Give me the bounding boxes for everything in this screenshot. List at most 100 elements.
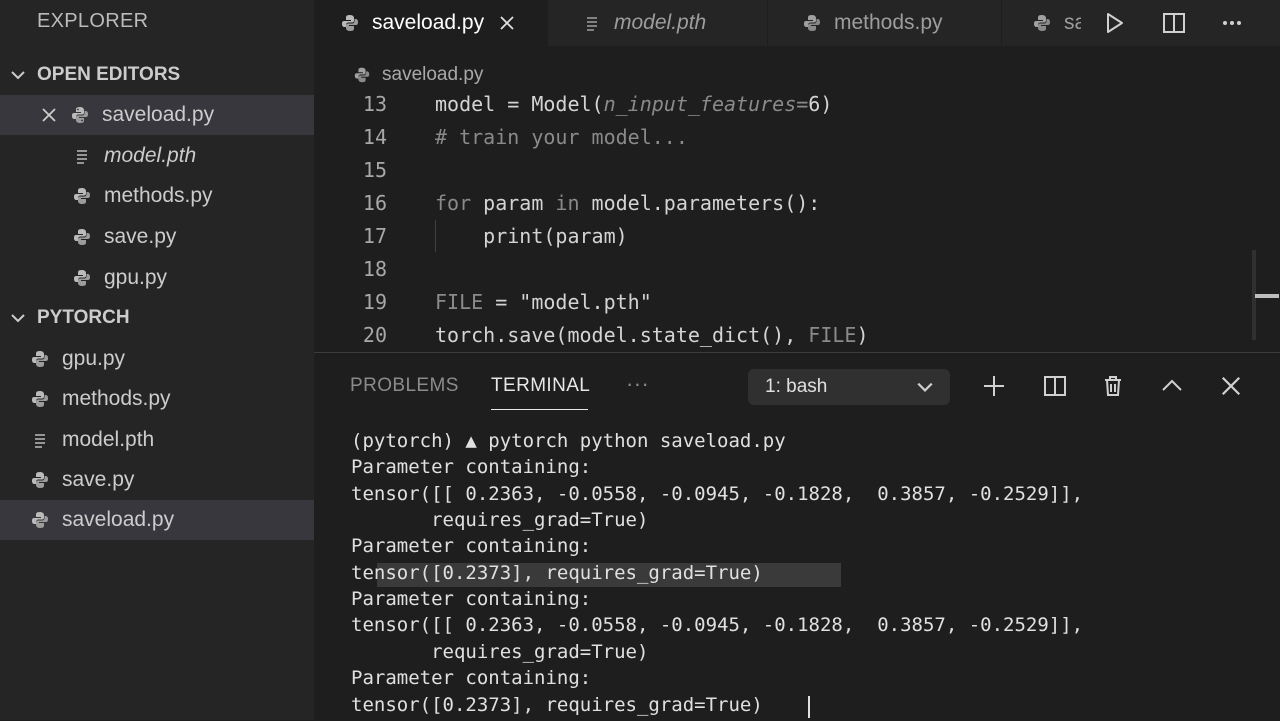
open-editor-label: saveload.py [102, 103, 215, 126]
file-item[interactable]: gpu.py [0, 339, 314, 379]
code-text: print(param) [435, 223, 628, 248]
code-line: 15 [314, 153, 1254, 186]
file-label: gpu.py [62, 347, 126, 370]
code-editor[interactable]: 13 model = Model(n_input_features= 6) 14 … [314, 90, 1280, 352]
close-icon[interactable] [1213, 368, 1249, 404]
terminal-line: requires_grad=True) [351, 509, 649, 531]
open-editor-label: save.py [104, 225, 177, 248]
open-editor-item[interactable]: model.pth [0, 136, 314, 176]
line-number: 19 [362, 289, 387, 314]
file-item[interactable]: methods.py [0, 379, 314, 419]
plain-file-icon [30, 430, 50, 450]
open-editors-label: OPEN EDITORS [37, 64, 181, 85]
split-editor-icon[interactable] [1154, 3, 1194, 43]
code-line: 17 print(param) [314, 219, 1254, 252]
line-number: 17 [362, 223, 387, 248]
code-text: = "model.pth" [483, 289, 652, 314]
python-file-icon [30, 349, 50, 369]
open-editor-label: methods.py [104, 184, 213, 207]
python-file-icon [352, 65, 372, 85]
run-icon[interactable] [1094, 3, 1134, 43]
pytorch-folder-label: PYTORCH [37, 307, 130, 328]
open-editor-item[interactable]: save.py [0, 217, 314, 257]
close-icon[interactable] [498, 14, 516, 32]
tab-overflow[interactable]: sa [1001, 0, 1081, 46]
code-line: 18 [314, 252, 1254, 285]
file-label: methods.py [62, 387, 171, 410]
terminal-line: tensor([[ 0.2363, -0.0558, -0.0945, -0.1… [351, 614, 1084, 636]
more-icon[interactable]: ··· [626, 371, 649, 397]
tab-label: methods.py [834, 11, 943, 34]
editor-tab-bar: saveload.py model.pth methods.py sa [314, 0, 1280, 46]
code-text: model.parameters(): [579, 190, 821, 215]
open-editor-label: gpu.py [104, 266, 168, 289]
file-label: saveload.py [62, 508, 175, 531]
code-text: torch.save(model.state_dict(), [435, 322, 809, 347]
editor-actions [1094, 0, 1252, 46]
tab-model-pth[interactable]: model.pth [547, 0, 768, 46]
chevron-down-icon [916, 378, 934, 396]
line-number: 13 [362, 91, 387, 116]
open-editor-item[interactable]: saveload.py [0, 95, 314, 135]
code-comment: # train your model... [435, 124, 688, 149]
code-text: ) [856, 322, 869, 347]
terminal-line: tensor([0.2373], requires_grad=True) [351, 562, 763, 584]
explorer-title: EXPLORER [37, 10, 149, 32]
chevron-down-icon [9, 309, 27, 327]
python-file-icon [340, 13, 360, 33]
terminal-select-label: 1: bash [765, 376, 828, 397]
code-constant: FILE [808, 322, 857, 347]
python-file-icon [72, 268, 92, 288]
active-tab-indicator [491, 409, 588, 410]
chevron-up-icon[interactable] [1154, 368, 1190, 404]
terminal-line: Parameter containing: [351, 535, 592, 557]
add-icon[interactable] [976, 368, 1012, 404]
breadcrumb-file: saveload.py [382, 64, 484, 85]
pytorch-folder-header[interactable]: PYTORCH [0, 300, 314, 336]
code-keyword: for [435, 190, 472, 215]
python-file-icon [72, 186, 92, 206]
line-number: 18 [362, 256, 387, 281]
code-text: n_input_features= [603, 91, 809, 116]
terminal-line: requires_grad=True) [351, 641, 649, 663]
trash-icon[interactable] [1095, 368, 1131, 404]
code-constant: FILE [435, 289, 484, 314]
code-text: model = Model( [435, 91, 604, 116]
python-file-icon [30, 510, 50, 530]
line-number: 15 [362, 157, 387, 182]
python-file-icon [802, 13, 822, 33]
terminal-line: tensor([[ 0.2363, -0.0558, -0.0945, -0.1… [351, 483, 1084, 505]
tab-methods[interactable]: methods.py [767, 0, 1002, 46]
file-item[interactable]: save.py [0, 460, 314, 500]
overview-ruler-mark [1255, 294, 1279, 298]
python-file-icon [1032, 13, 1052, 33]
tab-saveload[interactable]: saveload.py [314, 0, 547, 46]
close-icon[interactable] [40, 106, 58, 124]
code-keyword: in [555, 190, 580, 215]
chevron-down-icon [9, 66, 27, 84]
code-line: 13 model = Model(n_input_features= 6) [314, 87, 1254, 120]
terminal-line: tensor([0.2373], requires_grad=True) [351, 694, 763, 716]
line-number: 16 [362, 190, 387, 215]
code-line: 19 FILE = "model.pth" [314, 285, 1254, 318]
tab-terminal[interactable]: TERMINAL [491, 375, 590, 397]
terminal-line: Parameter containing: [351, 456, 592, 478]
open-editor-item[interactable]: gpu.py [0, 258, 314, 298]
open-editors-header[interactable]: OPEN EDITORS [0, 57, 314, 93]
terminal-select[interactable]: 1: bash [748, 369, 950, 405]
file-label: save.py [62, 468, 135, 491]
open-editor-item[interactable]: methods.py [0, 176, 314, 216]
sidebar: EXPLORER OPEN EDITORS saveload.py model.… [0, 0, 314, 720]
file-item[interactable]: model.pth [0, 420, 314, 460]
tab-problems[interactable]: PROBLEMS [350, 375, 459, 397]
file-item[interactable]: saveload.py [0, 500, 314, 540]
terminal-line: (pytorch) ▲ pytorch python saveload.py [351, 430, 786, 452]
open-editor-label: model.pth [104, 144, 197, 167]
more-icon[interactable] [1212, 3, 1252, 43]
breadcrumb[interactable]: saveload.py [352, 62, 483, 88]
plain-file-icon [582, 13, 602, 33]
indent-guide [435, 220, 436, 252]
code-line: 16 for param in model.parameters(): [314, 186, 1254, 219]
split-terminal-icon[interactable] [1037, 368, 1073, 404]
code-line: 14 # train your model... [314, 120, 1254, 153]
